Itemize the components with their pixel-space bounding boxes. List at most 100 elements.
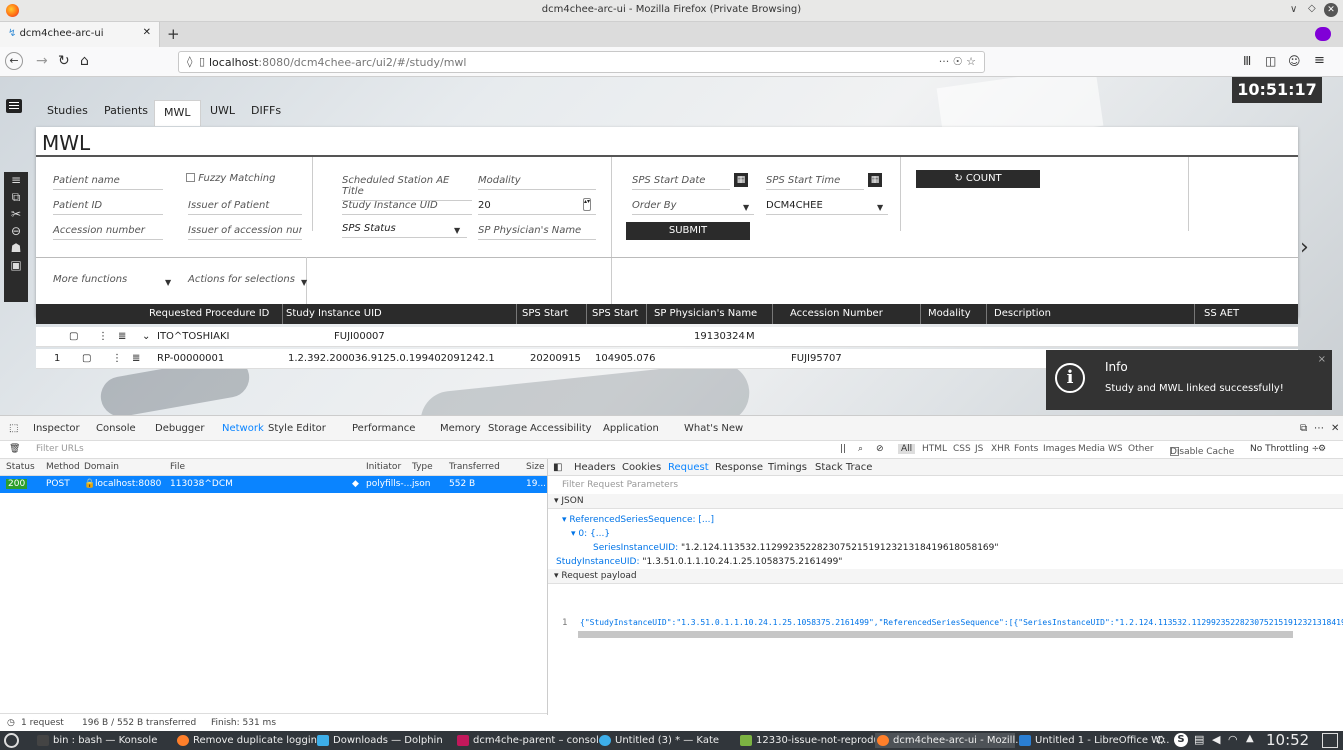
type-filter-html[interactable]: HTML	[922, 444, 947, 454]
tray-skype-icon[interactable]: S	[1174, 733, 1188, 747]
request-payload-section-header[interactable]: ▾ Request payload	[548, 569, 1343, 584]
collapse-chevron-icon[interactable]: ⌄	[142, 331, 150, 342]
sidebar-icon[interactable]: ◫	[1265, 54, 1276, 68]
json-section-header[interactable]: ▾ JSON	[548, 494, 1343, 509]
col-type[interactable]: Type	[412, 462, 433, 472]
issuer-of-accession-number-input[interactable]: Issuer of accession number	[188, 225, 302, 240]
taskbar-item-konsole[interactable]: bin : bash — Konsole	[35, 733, 160, 748]
show-desktop-icon[interactable]	[1322, 733, 1338, 748]
detail-tab-request[interactable]: Request	[668, 462, 709, 473]
accession-number-input[interactable]: Accession number	[53, 225, 163, 240]
sp-physicians-name-input[interactable]: SP Physician's Name	[478, 225, 596, 240]
modality-input[interactable]: Modality	[478, 175, 596, 190]
devtools-tab-console[interactable]: Console	[96, 423, 136, 434]
devtools-tab-application[interactable]: Application	[603, 423, 659, 434]
taskbar-item-kate[interactable]: Untitled (3) * — Kate	[597, 733, 727, 748]
toggle-sidebar-icon[interactable]: ◧	[553, 462, 562, 473]
application-launcher-icon[interactable]	[4, 733, 19, 748]
minimize-icon[interactable]: ∨	[1290, 4, 1297, 15]
type-filter-other[interactable]: Other	[1128, 444, 1154, 454]
link-icon[interactable]: ⊖	[4, 223, 28, 240]
actions-for-selections-select[interactable]: Actions for selections	[188, 274, 300, 288]
app-menu-icon[interactable]	[6, 99, 22, 113]
type-filter-images[interactable]: Images	[1043, 444, 1076, 454]
type-filter-css[interactable]: CSS	[953, 444, 971, 454]
patient-id-input[interactable]: Patient ID	[53, 200, 163, 215]
tray-network-icon[interactable]: ⛭	[1156, 733, 1165, 747]
toast-close-icon[interactable]: ×	[1318, 354, 1326, 365]
throttling-select[interactable]: No Throttling ÷	[1250, 444, 1319, 454]
type-filter-js[interactable]: JS	[975, 444, 983, 454]
devtools-tab-inspector[interactable]: Inspector	[33, 423, 80, 434]
devtools-close-icon[interactable]: ✕	[1331, 423, 1339, 434]
tree-item-0[interactable]: ▾ 0: {...}	[571, 529, 610, 539]
detail-tab-timings[interactable]: Timings	[768, 462, 807, 473]
pause-icon[interactable]: ||	[840, 444, 846, 454]
block-icon[interactable]: ⊘	[876, 444, 884, 454]
detail-tab-cookies[interactable]: Cookies	[622, 462, 661, 473]
stepper-arrows-icon[interactable]: ▴▾	[583, 198, 591, 211]
list-icon[interactable]: ≣	[118, 331, 126, 342]
col-domain[interactable]: Domain	[84, 462, 119, 472]
col-size[interactable]: Size	[526, 462, 544, 472]
list-check-icon[interactable]: ≡	[4, 172, 28, 189]
dock-icon[interactable]: ⧉	[1300, 423, 1307, 434]
tray-wifi-icon[interactable]: ◠	[1228, 733, 1238, 746]
detail-tab-stack-trace[interactable]: Stack Trace	[815, 462, 872, 473]
taskbar-item-intellij[interactable]: dcm4che-parent – consol...	[455, 733, 608, 748]
col-status[interactable]: Status	[6, 462, 35, 472]
detail-tab-headers[interactable]: Headers	[574, 462, 616, 473]
submit-button[interactable]: SUBMIT	[626, 222, 750, 240]
hamburger-menu-icon[interactable]: ≡	[1314, 54, 1325, 68]
library-icon[interactable]: Ⅲ	[1243, 54, 1251, 68]
devtools-tab-style-editor[interactable]: Style Editor	[268, 423, 326, 434]
copy-icon[interactable]: ⧉	[4, 189, 28, 206]
taskbar-clock[interactable]: 10:52	[1266, 731, 1309, 749]
col-transferred[interactable]: Transferred	[449, 462, 500, 472]
type-filter-all[interactable]: All	[898, 444, 916, 454]
detail-tab-response[interactable]: Response	[715, 462, 763, 473]
tab-close-icon[interactable]: ✕	[143, 27, 151, 38]
request-row[interactable]: 200 POST 🔒 localhost:8080 113038^DCM ◆ p…	[0, 476, 547, 493]
more-functions-select[interactable]: More functions	[53, 274, 173, 288]
filter-request-params-input[interactable]: Filter Request Parameters	[562, 480, 678, 490]
sps-start-time-input[interactable]: SPS Start Time	[766, 175, 864, 190]
more-actions-icon[interactable]: ⋮	[112, 353, 122, 364]
trash-icon[interactable]: 🗑	[9, 444, 20, 454]
scheduled-station-ae-title-input[interactable]: Scheduled Station AE Title	[342, 175, 472, 201]
clock-picker-icon[interactable]: ▦	[868, 173, 882, 187]
select-checkbox-icon[interactable]: ▢	[69, 331, 78, 342]
new-tab-button[interactable]: +	[167, 25, 180, 43]
patient-name-input[interactable]: Patient name	[53, 175, 163, 190]
back-icon[interactable]: ←	[5, 52, 23, 70]
search-icon[interactable]: ⌕	[858, 444, 863, 454]
col-method[interactable]: Method	[46, 462, 80, 472]
sps-start-date-input[interactable]: SPS Start Date	[632, 175, 730, 190]
type-filter-xhr[interactable]: XHR	[991, 444, 1010, 454]
tray-expand-icon[interactable]: ▲	[1246, 733, 1254, 744]
home-icon[interactable]: ⌂	[80, 54, 89, 68]
type-filter-media[interactable]: Media	[1078, 444, 1105, 454]
devtools-tab-performance[interactable]: Performance	[352, 423, 415, 434]
reload-icon[interactable]: ↻	[58, 54, 70, 68]
url-bar[interactable]: ◊ ▯ localhost:8080/dcm4chee-arc/ui2/#/st…	[178, 51, 985, 73]
sps-status-select[interactable]: SPS Status	[342, 223, 467, 238]
taskbar-item-firefox-loggin[interactable]: Remove duplicate loggin...	[175, 733, 326, 748]
page-actions-icon[interactable]: ··· ☉ ☆	[939, 55, 976, 68]
info-toast[interactable]: × i Info Study and MWL linked successful…	[1046, 350, 1332, 410]
taskbar-item-libreoffice[interactable]: Untitled 1 - LibreOffice W...	[1017, 733, 1169, 748]
calendar-icon[interactable]: ▦	[734, 173, 748, 187]
tree-referenced-series-sequence[interactable]: ▾ ReferencedSeriesSequence: [...]	[562, 515, 714, 525]
devtools-tab-debugger[interactable]: Debugger	[155, 423, 205, 434]
next-page-chevron-icon[interactable]: ›	[1300, 235, 1309, 260]
col-initiator[interactable]: Initiator	[366, 462, 401, 472]
taskbar-item-firefox-active[interactable]: dcm4chee-arc-ui - Mozill...	[875, 733, 1025, 748]
tray-clipboard-icon[interactable]: ▤	[1194, 733, 1204, 746]
close-window-icon[interactable]: ✕	[1324, 3, 1338, 17]
forward-icon[interactable]: →	[36, 54, 48, 68]
aet-select[interactable]: DCM4CHEE	[766, 200, 888, 215]
users-icon[interactable]: ☗	[4, 240, 28, 257]
account-icon[interactable]: ☺	[1288, 54, 1301, 68]
issuer-of-patient-input[interactable]: Issuer of Patient	[188, 200, 302, 215]
order-by-select[interactable]: Order By	[632, 200, 754, 215]
